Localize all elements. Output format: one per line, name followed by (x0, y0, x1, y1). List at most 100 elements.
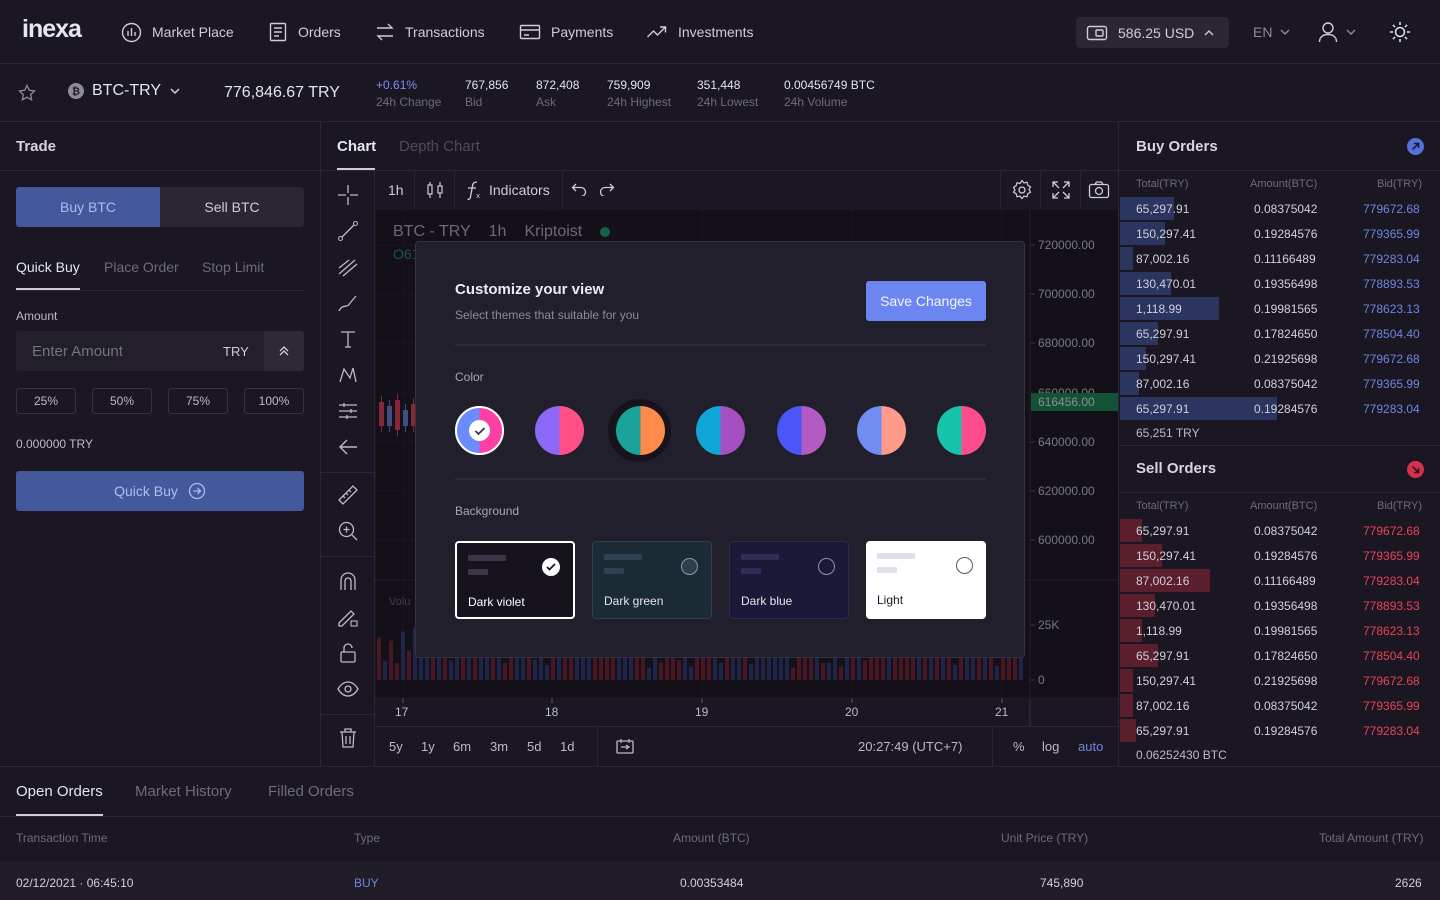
background-option-light[interactable]: Light (866, 541, 986, 619)
sell-btc-button[interactable]: Sell BTC (160, 187, 304, 227)
redo-icon[interactable] (599, 182, 615, 196)
scale-percent[interactable]: % (1013, 739, 1025, 754)
balance-button[interactable]: 586.25 USD (1076, 17, 1229, 48)
tab-chart[interactable]: Chart (337, 138, 376, 155)
prediction-tool-icon[interactable] (334, 397, 362, 425)
order-row[interactable]: 150,297.41 0.19284576 779365.99 (1120, 221, 1440, 246)
amount-input[interactable] (16, 331, 216, 371)
order-row[interactable]: 65,297.91 0.08375042 779672.68 (1120, 518, 1440, 543)
order-row[interactable]: 65,297.91 0.19284576 779283.04 (1120, 718, 1440, 743)
zoom-in-icon[interactable] (334, 517, 362, 545)
order-row[interactable]: 65,297.91 0.08375042 779672.68 (1120, 196, 1440, 221)
order-amount: 0.19284576 (1254, 549, 1318, 563)
order-row[interactable]: 150,297.41 0.21925698 779672.68 (1120, 346, 1440, 371)
nav-payments[interactable]: Payments (519, 18, 613, 46)
nav-investments[interactable]: Investments (646, 18, 753, 46)
interval-selector[interactable]: 1h (388, 182, 404, 198)
order-row[interactable]: 130,470.01 0.19356498 778893.53 (1120, 593, 1440, 618)
order-row[interactable]: 150,297.41 0.19284576 779365.99 (1120, 543, 1440, 568)
percent-75-button[interactable]: 75% (168, 388, 228, 414)
nav-label: Transactions (405, 24, 485, 40)
range-5y[interactable]: 5y (389, 739, 403, 754)
save-changes-button[interactable]: Save Changes (866, 281, 986, 321)
quick-buy-button[interactable]: Quick Buy (16, 471, 304, 511)
trash-icon[interactable] (334, 724, 362, 752)
order-total: 130,470.01 (1136, 599, 1197, 613)
theme-toggle-button[interactable] (1389, 21, 1411, 43)
tab-filled-orders[interactable]: Filled Orders (268, 783, 354, 800)
scale-auto[interactable]: auto (1078, 739, 1103, 754)
percent-100-button[interactable]: 100% (244, 388, 304, 414)
order-total: 150,297.41 (1136, 549, 1197, 563)
nav-transactions[interactable]: Transactions (375, 18, 485, 46)
order-row[interactable]: 150,297.41 0.21925698 779672.68 (1120, 668, 1440, 693)
pair-selector[interactable]: ₿ BTC-TRY (68, 82, 181, 100)
eye-icon[interactable] (334, 675, 362, 703)
range-3m[interactable]: 3m (490, 739, 508, 754)
crosshair-icon[interactable] (334, 181, 362, 209)
candles-icon[interactable] (426, 180, 444, 200)
color-swatch[interactable] (857, 406, 906, 455)
tab-market-history[interactable]: Market History (135, 783, 232, 800)
color-swatch[interactable] (616, 406, 665, 455)
background-option-dark-blue[interactable]: Dark blue (729, 541, 849, 619)
background-option-dark-violet[interactable]: Dark violet (455, 541, 575, 619)
text-tool-icon[interactable] (334, 325, 362, 353)
table-row[interactable]: 02/12/2021 · 06:45:10 BUY 0.00353484 745… (0, 861, 1440, 900)
color-swatch[interactable] (937, 406, 986, 455)
tab-stop-limit[interactable]: Stop Limit (202, 259, 264, 275)
order-row[interactable]: 87,002.16 0.08375042 779365.99 (1120, 693, 1440, 718)
color-swatch[interactable] (777, 406, 826, 455)
order-row[interactable]: 65,297.91 0.19284576 779283.04 (1120, 396, 1440, 421)
order-row[interactable]: 65,297.91 0.17824650 778504.40 (1120, 321, 1440, 346)
range-1d[interactable]: 1d (560, 739, 574, 754)
undo-icon[interactable] (571, 182, 587, 196)
language-selector[interactable]: EN (1253, 24, 1290, 40)
percent-50-button[interactable]: 50% (92, 388, 152, 414)
trendline-icon[interactable] (334, 217, 362, 245)
camera-icon[interactable] (1088, 180, 1110, 200)
scale-log[interactable]: log (1042, 739, 1059, 754)
nav-market-place[interactable]: Market Place (121, 18, 234, 46)
range-5d[interactable]: 5d (527, 739, 541, 754)
range-1y[interactable]: 1y (421, 739, 435, 754)
ruler-icon[interactable] (334, 481, 362, 509)
pattern-tool-icon[interactable] (334, 361, 362, 389)
brand-logo[interactable]: inexa (22, 15, 82, 44)
order-row[interactable]: 65,297.91 0.17824650 778504.40 (1120, 643, 1440, 668)
order-row[interactable]: 1,118.99 0.19981565 778623.13 (1120, 618, 1440, 643)
range-6m[interactable]: 6m (453, 739, 471, 754)
order-row[interactable]: 87,002.16 0.11166489 779283.04 (1120, 568, 1440, 593)
favorite-star-icon[interactable] (18, 84, 36, 102)
brush-icon[interactable] (334, 289, 362, 317)
color-swatch[interactable] (535, 406, 584, 455)
date-range-icon[interactable] (615, 738, 635, 756)
unlock-icon[interactable] (334, 639, 362, 667)
buy-btc-button[interactable]: Buy BTC (16, 187, 160, 227)
color-swatch[interactable] (696, 406, 745, 455)
arrow-left-icon[interactable] (334, 433, 362, 461)
order-amount: 0.11166489 (1254, 252, 1316, 266)
tab-open-orders[interactable]: Open Orders (16, 783, 103, 800)
tab-place-order[interactable]: Place Order (104, 259, 179, 275)
order-row[interactable]: 87,002.16 0.11166489 779283.04 (1120, 246, 1440, 271)
magnet-icon[interactable] (334, 567, 362, 595)
tab-depth-chart[interactable]: Depth Chart (399, 138, 480, 155)
background-option-dark-green[interactable]: Dark green (592, 541, 712, 619)
fullscreen-icon[interactable] (1051, 180, 1071, 200)
order-row[interactable]: 130,470.01 0.19356498 778893.53 (1120, 271, 1440, 296)
fib-tool-icon[interactable] (334, 253, 362, 281)
user-menu[interactable] (1318, 21, 1356, 43)
divider (562, 171, 563, 209)
order-row[interactable]: 1,118.99 0.19981565 778623.13 (1120, 296, 1440, 321)
currency-toggle-button[interactable] (264, 331, 304, 371)
pencil-lock-icon[interactable] (334, 603, 362, 631)
order-row[interactable]: 87,002.16 0.08375042 779365.99 (1120, 371, 1440, 396)
tab-quick-buy[interactable]: Quick Buy (16, 259, 80, 275)
indicators-button[interactable]: x Indicators (465, 180, 550, 200)
depth-bar (1120, 719, 1136, 742)
quick-buy-label: Quick Buy (114, 483, 178, 499)
percent-25-button[interactable]: 25% (16, 388, 76, 414)
nav-orders[interactable]: Orders (268, 18, 341, 46)
settings-icon[interactable] (1011, 179, 1033, 201)
